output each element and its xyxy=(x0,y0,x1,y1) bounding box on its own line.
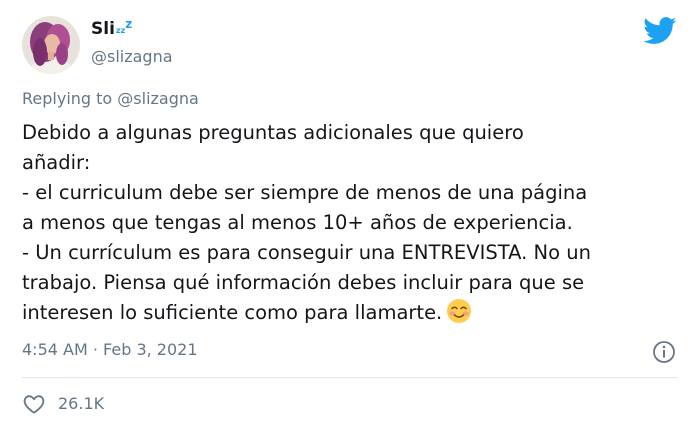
divider xyxy=(22,377,678,378)
tweet-line: - el curriculum debe ser siempre de meno… xyxy=(22,181,588,204)
display-name[interactable]: Slizzz xyxy=(91,17,132,44)
tweet-line: trabajo. Piensa qué información debes in… xyxy=(22,271,585,294)
replying-to-handle-link[interactable]: @slizagna xyxy=(117,89,199,108)
tweet-card: Slizzz @slizagna Replying to @slizagna D… xyxy=(0,0,700,430)
replying-to-prefix: Replying to xyxy=(22,89,118,108)
info-icon[interactable] xyxy=(652,340,676,364)
display-name-text: Sli xyxy=(91,19,115,39)
avatar[interactable] xyxy=(22,16,80,74)
heart-icon xyxy=(23,395,45,414)
tweet-line: - Un currículum es para conseguir una EN… xyxy=(22,241,591,264)
tweet-timestamp[interactable]: 4:54 AM · Feb 3, 2021 xyxy=(22,339,198,361)
tweet-line-last: interesen lo suficiente como para llamar… xyxy=(22,298,682,328)
tweet-line: a menos que tengas al menos 10+ años de … xyxy=(22,211,573,234)
replying-to: Replying to @slizagna xyxy=(22,88,199,110)
tweet-line: Debido a algunas preguntas adicionales q… xyxy=(22,121,524,144)
tweet-text: Debido a algunas preguntas adicionales q… xyxy=(22,118,682,328)
tweet-line: añadir: xyxy=(22,151,91,174)
smiling-face-with-blush-icon xyxy=(447,299,472,323)
sleep-z-symbol: zzz xyxy=(115,17,133,35)
tweet-line-text: interesen lo suficiente como para llamar… xyxy=(22,301,443,324)
twitter-bird-icon[interactable] xyxy=(643,17,677,45)
user-handle[interactable]: @slizagna xyxy=(91,46,173,68)
like-count: 26.1K xyxy=(58,394,105,413)
like-button[interactable]: 26.1K xyxy=(22,391,104,417)
